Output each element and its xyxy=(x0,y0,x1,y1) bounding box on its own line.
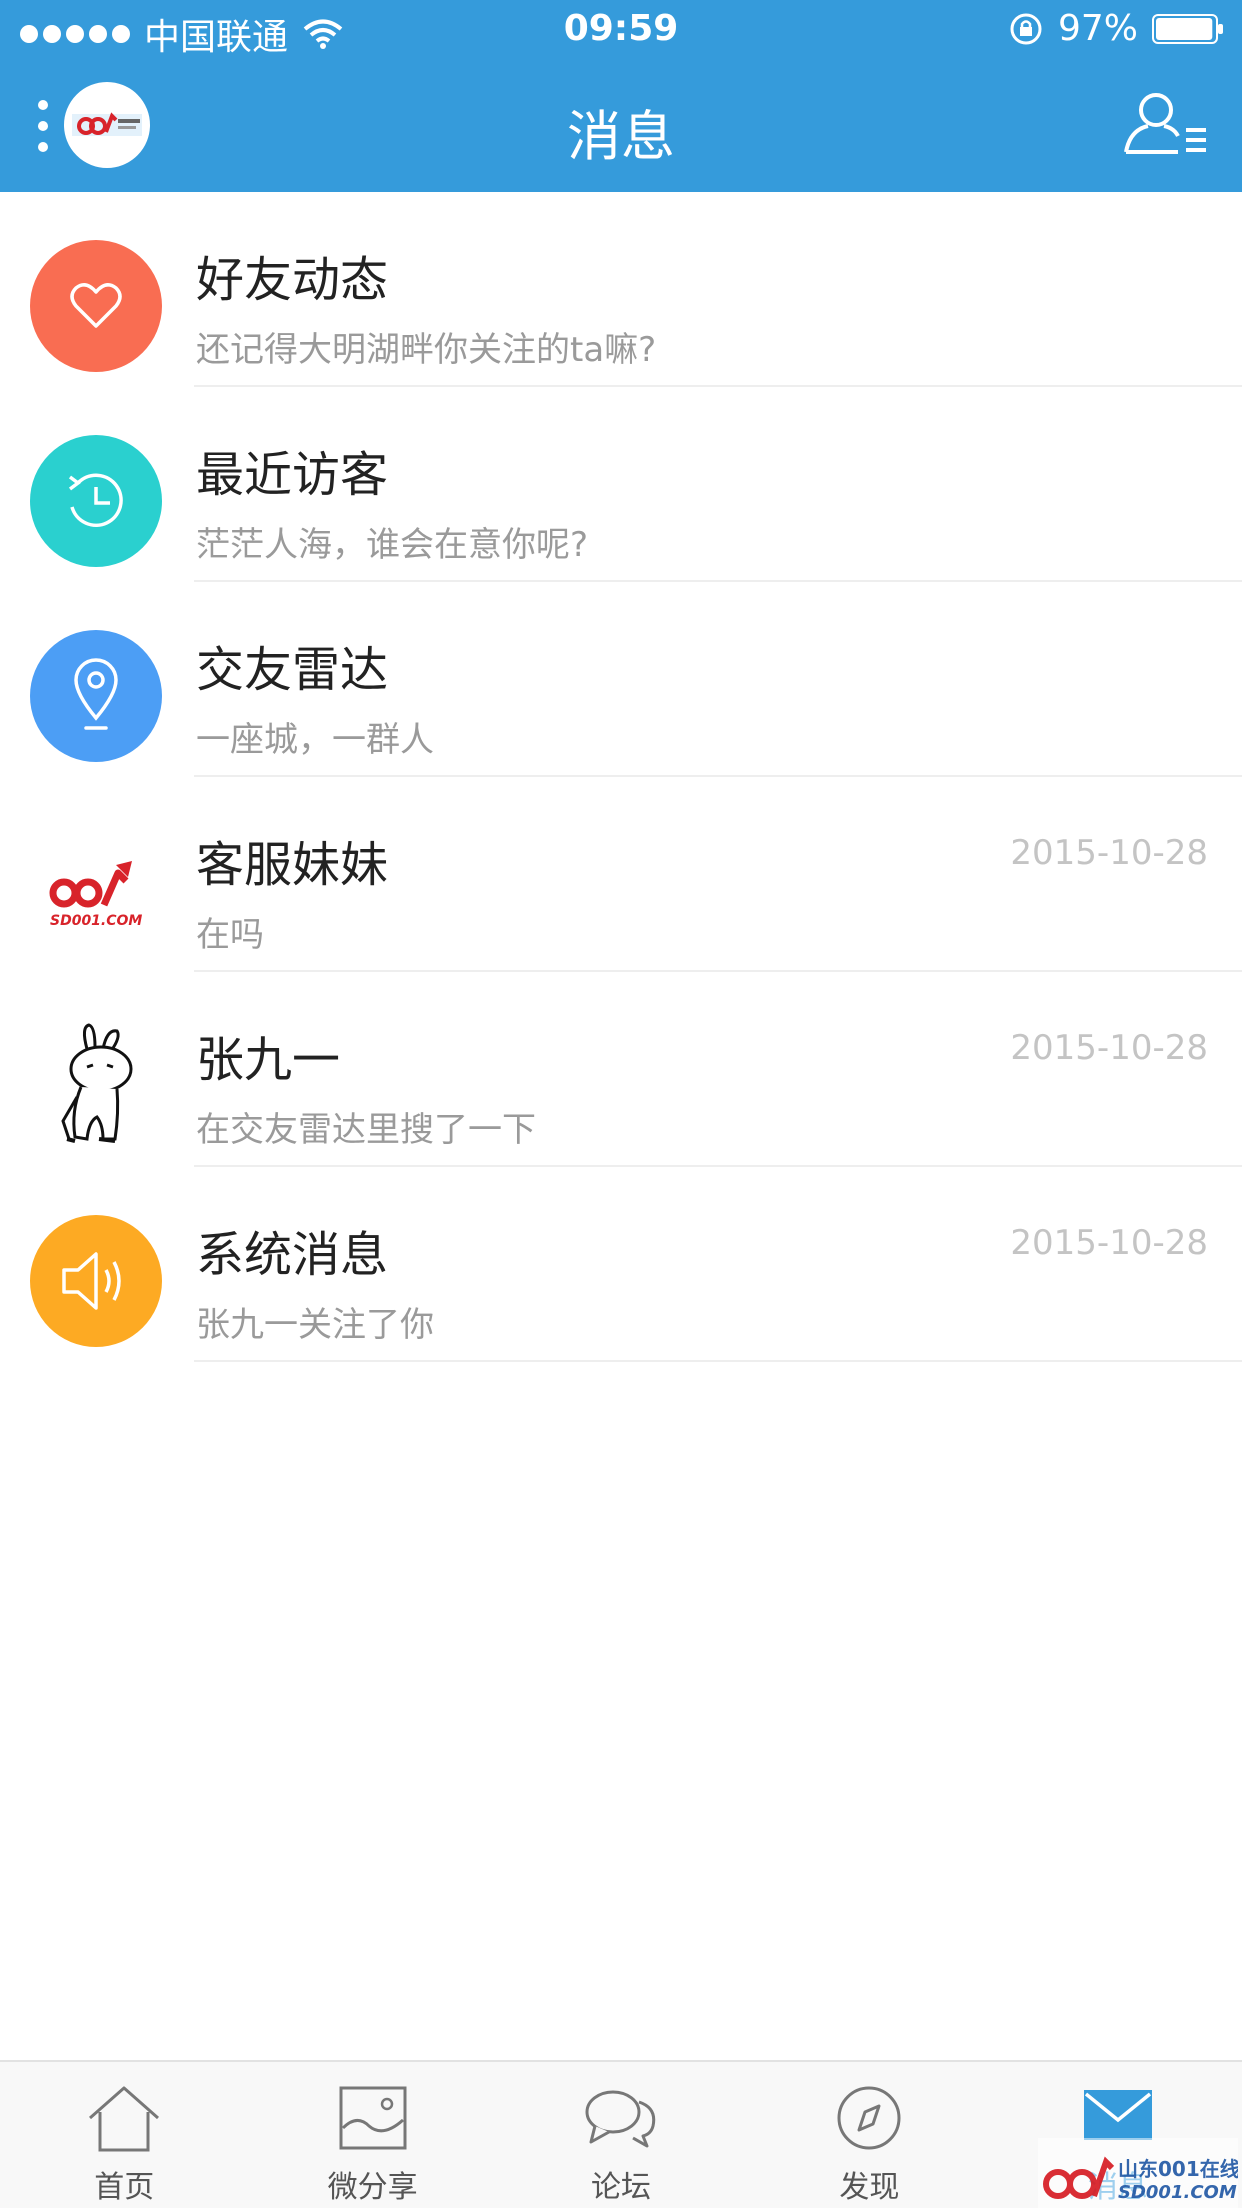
sd001-watermark-icon: 山东001在线 SD001.COM xyxy=(1038,2138,1238,2208)
watermark-cn: 山东001在线 xyxy=(1118,2157,1238,2181)
item-title: 交友雷达 xyxy=(196,642,389,698)
item-subtitle: 张九一关注了你 xyxy=(196,1305,434,1345)
divider xyxy=(194,1360,1242,1362)
list-item[interactable]: SD001.COM 客服妹妹 在吗 2015-10-28 xyxy=(0,777,1242,972)
svg-text:SD001.COM: SD001.COM xyxy=(50,913,142,929)
list-item[interactable]: 交友雷达 一座城，一群人 xyxy=(0,582,1242,777)
list-item[interactable]: 系统消息 张九一关注了你 2015-10-28 xyxy=(0,1167,1242,1362)
heart-icon xyxy=(70,283,122,328)
list-item[interactable]: 张九一 在交友雷达里搜了一下 2015-10-28 xyxy=(0,972,1242,1167)
item-date: 2015-10-28 xyxy=(1010,1028,1208,1068)
tab-label: 发现 xyxy=(839,2170,900,2205)
item-subtitle: 在吗 xyxy=(196,915,264,955)
rabbit-avatar-icon xyxy=(61,1023,133,1143)
battery-icon xyxy=(1152,13,1223,44)
item-date: 2015-10-28 xyxy=(1010,1223,1208,1263)
tab-discover[interactable]: 发现 xyxy=(745,2062,993,2208)
speaker-icon-badge xyxy=(30,1215,162,1347)
item-title: 系统消息 xyxy=(196,1227,389,1283)
tab-label: 论坛 xyxy=(591,2170,652,2205)
watermark-logo: 山东001在线 SD001.COM xyxy=(1038,2138,1238,2208)
item-subtitle: 在交友雷达里搜了一下 xyxy=(196,1110,536,1150)
item-title: 客服妹妹 xyxy=(196,837,389,893)
watermark-en: SD001.COM xyxy=(1118,2182,1237,2203)
status-right: 97% xyxy=(1008,8,1224,49)
item-subtitle: 一座城，一群人 xyxy=(196,720,434,760)
image-icon xyxy=(339,2086,407,2150)
item-date: 2015-10-28 xyxy=(1010,833,1208,873)
tab-home[interactable]: 首页 xyxy=(0,2062,248,2208)
item-title: 最近访客 xyxy=(196,447,389,503)
chat-bubbles-icon xyxy=(585,2090,656,2148)
history-icon-badge xyxy=(30,435,162,567)
sd001-logo-avatar: SD001.COM xyxy=(30,825,162,957)
location-icon-badge xyxy=(30,630,162,762)
list-item[interactable]: 最近访客 茫茫人海，谁会在意你呢? xyxy=(0,387,1242,582)
rabbit-avatar xyxy=(30,1020,162,1152)
sd001-logo-icon: SD001.COM xyxy=(49,861,142,929)
tab-label: 首页 xyxy=(94,2170,155,2205)
item-title: 张九一 xyxy=(196,1032,341,1088)
item-subtitle: 茫茫人海，谁会在意你呢? xyxy=(196,525,589,565)
location-pin-icon xyxy=(74,658,118,730)
heart-icon-badge xyxy=(30,240,162,372)
page-title: 消息 xyxy=(567,105,675,168)
tab-forum[interactable]: 论坛 xyxy=(497,2062,745,2208)
history-clock-icon xyxy=(68,473,123,528)
item-subtitle: 还记得大明湖畔你关注的ta嘛? xyxy=(196,330,657,370)
contacts-button[interactable] xyxy=(1122,90,1212,160)
home-icon xyxy=(89,2086,160,2152)
tab-share[interactable]: 微分享 xyxy=(248,2062,496,2208)
nav-bar: 消息 xyxy=(0,60,1242,192)
message-list: 好友动态 还记得大明湖畔你关注的ta嘛? 最近访客 茫茫人海，谁会在意你呢? 交… xyxy=(0,192,1242,1362)
compass-icon xyxy=(837,2086,901,2150)
rotation-lock-icon xyxy=(1010,13,1042,44)
list-item[interactable]: 好友动态 还记得大明湖畔你关注的ta嘛? xyxy=(0,192,1242,387)
battery-percent: 97% xyxy=(1057,8,1138,49)
item-title: 好友动态 xyxy=(196,252,389,308)
tab-label: 微分享 xyxy=(327,2170,418,2205)
status-bar: 中国联通 09:59 97% xyxy=(0,0,1242,60)
app-header: 中国联通 09:59 97% 消息 xyxy=(0,0,1242,192)
bottom-tab-bar: 首页 微分享 论坛 发现 山东001在线 SD001.COM xyxy=(0,2060,1242,2208)
contacts-icon xyxy=(1124,93,1206,154)
speaker-icon xyxy=(62,1252,121,1310)
